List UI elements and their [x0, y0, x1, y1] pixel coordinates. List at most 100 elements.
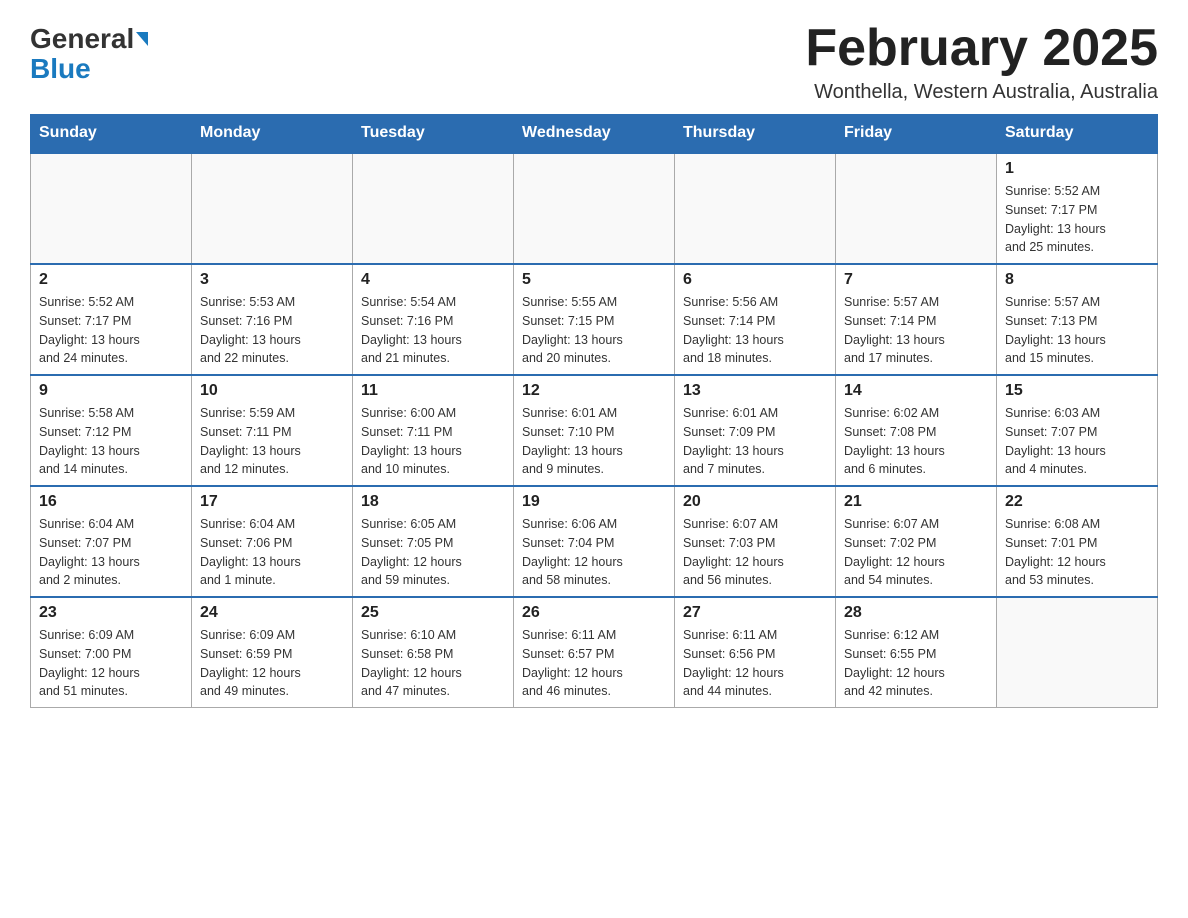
day-info: Sunrise: 6:11 AM Sunset: 6:57 PM Dayligh…	[522, 626, 666, 701]
calendar-cell: 7 Sunrise: 5:57 AM Sunset: 7:14 PM Daylig…	[836, 264, 997, 375]
day-info: Sunrise: 6:09 AM Sunset: 6:59 PM Dayligh…	[200, 626, 344, 701]
day-info: Sunrise: 5:57 AM Sunset: 7:13 PM Dayligh…	[1005, 293, 1149, 368]
week-row-1: 1 Sunrise: 5:52 AM Sunset: 7:17 PM Daylig…	[31, 153, 1158, 264]
weekday-header-wednesday: Wednesday	[514, 114, 675, 153]
day-number: 5	[522, 271, 666, 289]
day-info: Sunrise: 6:12 AM Sunset: 6:55 PM Dayligh…	[844, 626, 988, 701]
day-info: Sunrise: 6:04 AM Sunset: 7:07 PM Dayligh…	[39, 515, 183, 590]
day-number: 14	[844, 382, 988, 400]
weekday-header-monday: Monday	[192, 114, 353, 153]
week-row-4: 16 Sunrise: 6:04 AM Sunset: 7:07 PM Dayli…	[31, 486, 1158, 597]
calendar-cell	[836, 153, 997, 264]
logo-text-general: General	[30, 25, 134, 53]
weekday-header-friday: Friday	[836, 114, 997, 153]
day-info: Sunrise: 6:01 AM Sunset: 7:09 PM Dayligh…	[683, 404, 827, 479]
calendar-cell: 10 Sunrise: 5:59 AM Sunset: 7:11 PM Dayli…	[192, 375, 353, 486]
calendar-cell: 12Sunrise: 6:01 AM Sunset: 7:10 PM Dayli…	[514, 375, 675, 486]
calendar-cell: 28 Sunrise: 6:12 AM Sunset: 6:55 PM Dayli…	[836, 597, 997, 708]
day-info: Sunrise: 6:02 AM Sunset: 7:08 PM Dayligh…	[844, 404, 988, 479]
day-info: Sunrise: 5:53 AM Sunset: 7:16 PM Dayligh…	[200, 293, 344, 368]
calendar-cell: 26 Sunrise: 6:11 AM Sunset: 6:57 PM Dayli…	[514, 597, 675, 708]
calendar-cell: 9Sunrise: 5:58 AM Sunset: 7:12 PM Daylig…	[31, 375, 192, 486]
calendar-cell: 15Sunrise: 6:03 AM Sunset: 7:07 PM Dayli…	[997, 375, 1158, 486]
day-info: Sunrise: 6:05 AM Sunset: 7:05 PM Dayligh…	[361, 515, 505, 590]
logo-text-blue: Blue	[30, 53, 91, 84]
calendar-cell: 13 Sunrise: 6:01 AM Sunset: 7:09 PM Dayli…	[675, 375, 836, 486]
calendar-cell: 16 Sunrise: 6:04 AM Sunset: 7:07 PM Dayli…	[31, 486, 192, 597]
calendar-cell: 11 Sunrise: 6:00 AM Sunset: 7:11 PM Dayli…	[353, 375, 514, 486]
day-number: 7	[844, 271, 988, 289]
calendar-cell	[514, 153, 675, 264]
calendar-cell: 20 Sunrise: 6:07 AM Sunset: 7:03 PM Dayli…	[675, 486, 836, 597]
weekday-header-sunday: Sunday	[31, 114, 192, 153]
weekday-header-row: SundayMondayTuesdayWednesdayThursdayFrid…	[31, 114, 1158, 153]
calendar-cell	[192, 153, 353, 264]
calendar-cell: 25 Sunrise: 6:10 AM Sunset: 6:58 PM Dayli…	[353, 597, 514, 708]
day-info: Sunrise: 6:08 AM Sunset: 7:01 PM Dayligh…	[1005, 515, 1149, 590]
calendar-cell: 6Sunrise: 5:56 AM Sunset: 7:14 PM Daylig…	[675, 264, 836, 375]
day-number: 3	[200, 271, 344, 289]
weekday-header-tuesday: Tuesday	[353, 114, 514, 153]
logo-arrow-icon	[136, 32, 148, 46]
calendar-cell: 19 Sunrise: 6:06 AM Sunset: 7:04 PM Dayli…	[514, 486, 675, 597]
day-info: Sunrise: 5:57 AM Sunset: 7:14 PM Dayligh…	[844, 293, 988, 368]
day-number: 13	[683, 382, 827, 400]
day-number: 10	[200, 382, 344, 400]
day-info: Sunrise: 5:55 AM Sunset: 7:15 PM Dayligh…	[522, 293, 666, 368]
day-info: Sunrise: 5:52 AM Sunset: 7:17 PM Dayligh…	[1005, 182, 1149, 257]
day-number: 27	[683, 604, 827, 622]
calendar-table: SundayMondayTuesdayWednesdayThursdayFrid…	[30, 114, 1158, 708]
day-number: 21	[844, 493, 988, 511]
day-number: 17	[200, 493, 344, 511]
calendar-cell: 3 Sunrise: 5:53 AM Sunset: 7:16 PM Daylig…	[192, 264, 353, 375]
calendar-cell: 8Sunrise: 5:57 AM Sunset: 7:13 PM Daylig…	[997, 264, 1158, 375]
calendar-cell	[353, 153, 514, 264]
day-info: Sunrise: 6:00 AM Sunset: 7:11 PM Dayligh…	[361, 404, 505, 479]
logo: General Blue	[30, 20, 148, 85]
month-title: February 2025	[805, 20, 1158, 77]
title-block: February 2025 Wonthella, Western Austral…	[805, 20, 1158, 104]
weekday-header-thursday: Thursday	[675, 114, 836, 153]
day-info: Sunrise: 6:01 AM Sunset: 7:10 PM Dayligh…	[522, 404, 666, 479]
day-info: Sunrise: 6:11 AM Sunset: 6:56 PM Dayligh…	[683, 626, 827, 701]
day-info: Sunrise: 5:56 AM Sunset: 7:14 PM Dayligh…	[683, 293, 827, 368]
calendar-cell: 27 Sunrise: 6:11 AM Sunset: 6:56 PM Dayli…	[675, 597, 836, 708]
day-number: 2	[39, 271, 183, 289]
day-number: 28	[844, 604, 988, 622]
day-number: 22	[1005, 493, 1149, 511]
day-number: 24	[200, 604, 344, 622]
day-number: 16	[39, 493, 183, 511]
day-number: 25	[361, 604, 505, 622]
day-info: Sunrise: 6:07 AM Sunset: 7:03 PM Dayligh…	[683, 515, 827, 590]
day-number: 20	[683, 493, 827, 511]
calendar-cell	[31, 153, 192, 264]
day-number: 4	[361, 271, 505, 289]
day-info: Sunrise: 5:52 AM Sunset: 7:17 PM Dayligh…	[39, 293, 183, 368]
day-number: 19	[522, 493, 666, 511]
day-info: Sunrise: 6:03 AM Sunset: 7:07 PM Dayligh…	[1005, 404, 1149, 479]
day-info: Sunrise: 6:06 AM Sunset: 7:04 PM Dayligh…	[522, 515, 666, 590]
calendar-cell: 2 Sunrise: 5:52 AM Sunset: 7:17 PM Daylig…	[31, 264, 192, 375]
day-number: 26	[522, 604, 666, 622]
day-info: Sunrise: 6:04 AM Sunset: 7:06 PM Dayligh…	[200, 515, 344, 590]
calendar-cell: 14 Sunrise: 6:02 AM Sunset: 7:08 PM Dayli…	[836, 375, 997, 486]
day-info: Sunrise: 6:10 AM Sunset: 6:58 PM Dayligh…	[361, 626, 505, 701]
day-info: Sunrise: 5:54 AM Sunset: 7:16 PM Dayligh…	[361, 293, 505, 368]
day-number: 11	[361, 382, 505, 400]
day-number: 9	[39, 382, 183, 400]
calendar-cell: 1 Sunrise: 5:52 AM Sunset: 7:17 PM Daylig…	[997, 153, 1158, 264]
day-info: Sunrise: 6:07 AM Sunset: 7:02 PM Dayligh…	[844, 515, 988, 590]
day-info: Sunrise: 6:09 AM Sunset: 7:00 PM Dayligh…	[39, 626, 183, 701]
calendar-cell: 23 Sunrise: 6:09 AM Sunset: 7:00 PM Dayli…	[31, 597, 192, 708]
calendar-cell	[675, 153, 836, 264]
week-row-3: 9Sunrise: 5:58 AM Sunset: 7:12 PM Daylig…	[31, 375, 1158, 486]
week-row-5: 23 Sunrise: 6:09 AM Sunset: 7:00 PM Dayli…	[31, 597, 1158, 708]
day-number: 1	[1005, 160, 1149, 178]
calendar-cell: 18Sunrise: 6:05 AM Sunset: 7:05 PM Dayli…	[353, 486, 514, 597]
calendar-cell: 21 Sunrise: 6:07 AM Sunset: 7:02 PM Dayli…	[836, 486, 997, 597]
calendar-cell: 17 Sunrise: 6:04 AM Sunset: 7:06 PM Dayli…	[192, 486, 353, 597]
day-number: 23	[39, 604, 183, 622]
location-subtitle: Wonthella, Western Australia, Australia	[805, 81, 1158, 104]
page-header: General Blue February 2025 Wonthella, We…	[30, 20, 1158, 104]
day-info: Sunrise: 5:59 AM Sunset: 7:11 PM Dayligh…	[200, 404, 344, 479]
